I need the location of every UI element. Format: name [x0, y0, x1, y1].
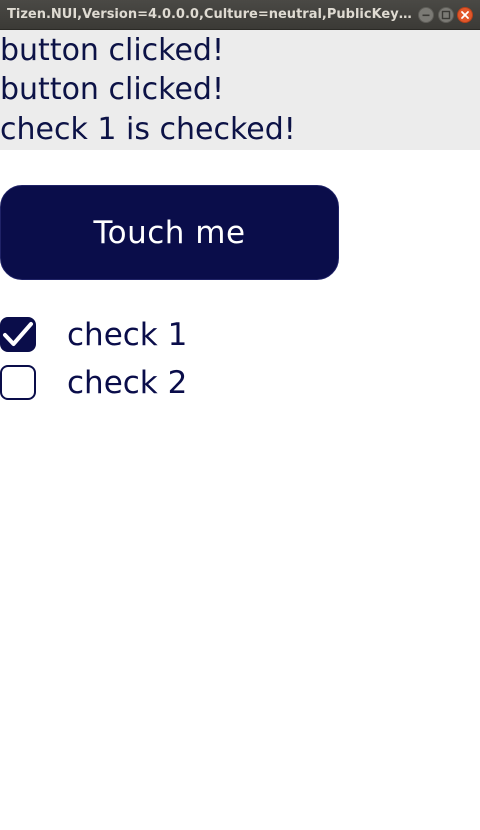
checkbox-checked-icon[interactable] [0, 317, 36, 352]
checkbox-unchecked-icon[interactable] [0, 365, 36, 400]
touch-me-button[interactable]: Touch me [0, 185, 339, 280]
checkbox-check-1[interactable]: check 1 [0, 315, 260, 355]
log-line: button clicked! [0, 33, 224, 68]
window-titlebar[interactable]: Tizen.NUI,Version=4.0.0.0,Culture=neutra… [0, 0, 480, 30]
checkbox-label: check 2 [67, 365, 188, 401]
app-window: Tizen.NUI,Version=4.0.0.0,Culture=neutra… [0, 0, 480, 830]
log-line: button clicked! [0, 72, 224, 107]
window-title: Tizen.NUI,Version=4.0.0.0,Culture=neutra… [7, 7, 417, 22]
touch-me-button-label: Touch me [93, 214, 246, 251]
close-button[interactable] [457, 7, 473, 23]
minimize-icon [422, 14, 430, 17]
maximize-button[interactable] [438, 7, 454, 23]
checkbox-check-2[interactable]: check 2 [0, 363, 260, 403]
minimize-button[interactable] [418, 7, 434, 23]
checkmark-icon [3, 322, 33, 346]
close-icon [461, 11, 469, 19]
maximize-icon [441, 10, 451, 20]
checkbox-label: check 1 [67, 317, 188, 353]
log-line: check 1 is checked! [0, 112, 296, 147]
event-log: button clicked! button clicked! check 1 … [0, 30, 480, 150]
